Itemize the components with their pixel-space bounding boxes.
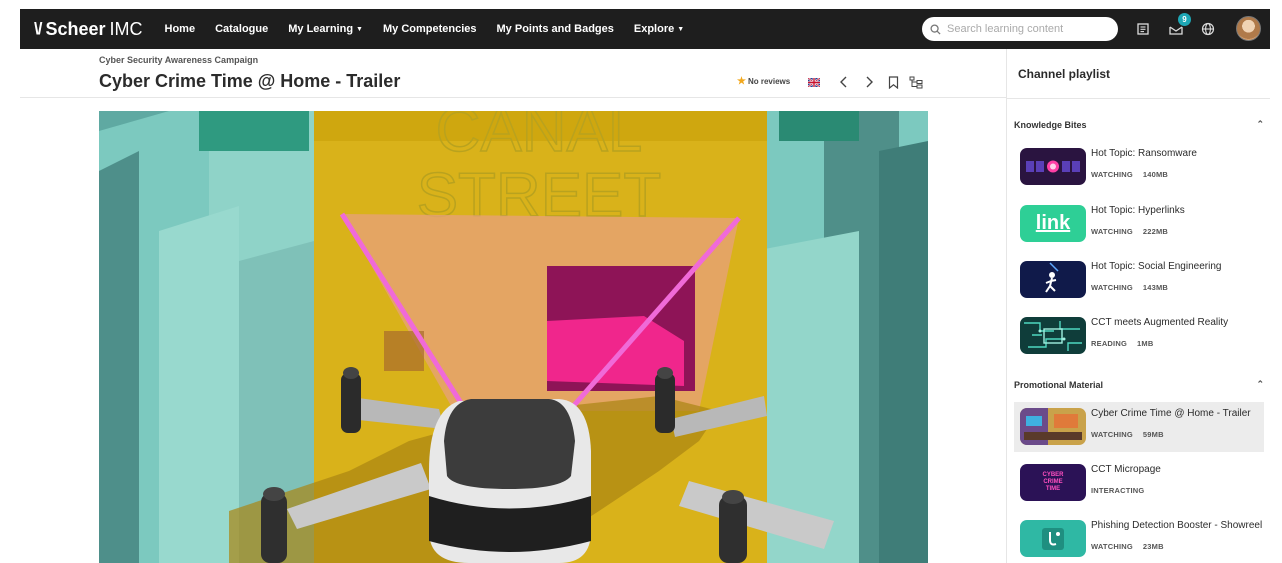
item-status: READING [1091,339,1127,348]
item-status: INTERACTING [1091,486,1145,495]
chevron-up-icon[interactable]: ⌃ [1256,379,1264,390]
item-meta: WATCHING 143MB [1091,283,1168,292]
brand-name: Scheer [45,18,106,39]
search-box [922,17,1118,41]
thumbnail-social-engineering [1020,261,1086,298]
item-status: WATCHING [1091,283,1133,292]
playlist-item[interactable]: link Hot Topic: Hyperlinks WATCHING 222MB [1014,199,1264,249]
item-status: WATCHING [1091,430,1133,439]
section-title: Promotional Material [1014,379,1104,390]
item-size: 59MB [1142,430,1164,439]
catalog-icon[interactable] [1133,19,1153,39]
nav-catalogue[interactable]: Catalogue [215,23,268,35]
brand-mark: \/ [34,19,43,38]
nav-my-learning-label: My Learning [288,23,354,35]
nav-points-badges[interactable]: My Points and Badges [497,23,614,35]
nav-home[interactable]: Home [165,23,196,35]
thumbnail-hyperlinks: link [1020,205,1086,242]
brand-logo[interactable]: \/ Scheer IMC [34,19,143,40]
item-status: WATCHING [1091,542,1133,551]
thumbnail-phishing [1020,520,1086,557]
channel-playlist-panel: Channel playlist Knowledge Bites ⌃ Hot T… [1006,49,1270,563]
item-title: CCT Micropage [1091,464,1161,475]
globe-icon[interactable] [1198,19,1218,39]
item-size: 222MB [1142,227,1169,236]
nav-catalogue-label: Catalogue [215,23,269,35]
item-size: 143MB [1142,283,1169,292]
star-icon: ★ [737,76,746,87]
item-meta: READING 1MB [1091,339,1153,348]
rating-summary[interactable]: ★ No reviews [737,76,790,87]
chevron-up-icon[interactable]: ⌃ [1256,119,1264,130]
uk-flag-icon[interactable] [807,75,821,89]
caret-down-icon: ▼ [677,25,685,33]
next-icon[interactable] [862,75,876,89]
thumbnail-augmented-reality [1020,317,1086,354]
caret-down-icon: ▼ [356,25,363,33]
item-size: 1MB [1137,339,1154,348]
nav-explore[interactable]: Explore ▼ [634,23,684,35]
top-navigation-bar: \/ Scheer IMC Home Catalogue My Learning… [20,9,1270,49]
thumbnail-ransomware [1020,148,1086,185]
section-title: Knowledge Bites [1014,119,1087,130]
nav-my-competencies-label: My Competencies [382,23,477,35]
notification-badge: 9 [1178,13,1191,26]
nav-home-label: Home [164,23,196,35]
item-meta: INTERACTING [1091,486,1144,495]
sign-line1: CANAL [436,111,643,165]
item-meta: WATCHING 140MB [1091,170,1168,179]
section-header-promotional-material[interactable]: Promotional Material ⌃ [1014,379,1264,390]
item-meta: WATCHING 59MB [1091,430,1164,439]
item-size: 23MB [1142,542,1164,551]
nav-explore-label: Explore [633,23,675,35]
nav-my-learning[interactable]: My Learning ▼ [288,23,363,35]
section-header-knowledge-bites[interactable]: Knowledge Bites ⌃ [1014,119,1264,130]
inbox-icon[interactable]: 9 [1166,13,1191,39]
previous-icon[interactable] [837,75,851,89]
playlist-item-active[interactable]: Cyber Crime Time @ Home - Trailer WATCHI… [1014,402,1264,452]
item-title: Hot Topic: Ransomware [1091,148,1197,159]
item-title: Phishing Detection Booster - Showreel [1091,520,1263,531]
structure-tree-icon[interactable] [909,75,923,89]
nav-my-competencies[interactable]: My Competencies [383,23,477,35]
playlist-title: Channel playlist [1007,49,1270,99]
item-status: WATCHING [1091,227,1133,236]
bookmark-icon[interactable] [886,75,900,89]
video-frame-drone: CANAL STREET [99,111,928,563]
item-meta: WATCHING 23MB [1091,542,1164,551]
breadcrumb[interactable]: Cyber Security Awareness Campaign [99,55,258,65]
reviews-label: No reviews [747,77,791,86]
page-title: Cyber Crime Time @ Home - Trailer [99,71,401,91]
playlist-item[interactable]: CCT meets Augmented Reality READING 1MB [1014,311,1264,361]
item-title: Hot Topic: Hyperlinks [1091,205,1185,216]
playlist-item[interactable]: Phishing Detection Booster - Showreel WA… [1014,514,1264,563]
item-size: 140MB [1142,170,1169,179]
thumbnail-text: link [1035,212,1071,234]
playlist-item[interactable]: CYBER CRIME TIME CCT Micropage INTERACTI… [1014,458,1264,508]
search-icon [930,23,941,35]
item-meta: WATCHING 222MB [1091,227,1168,236]
item-title: CCT meets Augmented Reality [1091,317,1229,328]
brand-suffix: IMC [109,18,143,39]
user-avatar[interactable] [1236,16,1261,41]
thumbnail-micropage: CYBER CRIME TIME [1020,464,1086,501]
thumbnail-text: CYBER CRIME TIME [1042,472,1064,492]
content-header: Cyber Security Awareness Campaign Cyber … [20,49,1006,98]
item-status: WATCHING [1091,170,1133,179]
thumbnail-trailer [1020,408,1086,445]
playlist-item[interactable]: Hot Topic: Social Engineering WATCHING 14… [1014,255,1264,305]
playlist-item[interactable]: Hot Topic: Ransomware WATCHING 140MB [1014,142,1264,192]
nav-points-badges-label: My Points and Badges [496,23,614,35]
video-player[interactable]: CANAL STREET [99,111,928,563]
item-title: Hot Topic: Social Engineering [1091,261,1222,272]
item-title: Cyber Crime Time @ Home - Trailer [1091,408,1251,419]
search-input[interactable] [947,23,1107,35]
main-nav: Home Catalogue My Learning ▼ My Competenc… [165,23,705,35]
